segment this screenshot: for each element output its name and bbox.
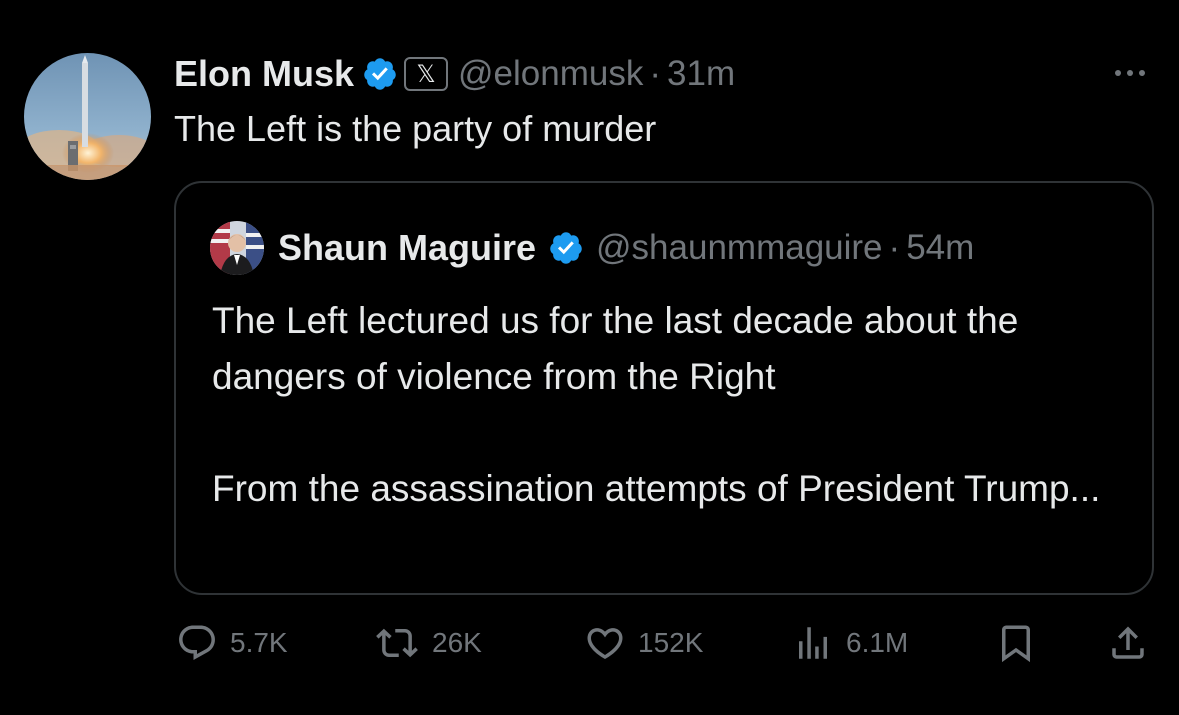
quoted-post-timestamp[interactable]: 54m xyxy=(906,228,974,268)
bookmark-button[interactable] xyxy=(995,618,1037,668)
quoted-author-name[interactable]: Shaun Maguire xyxy=(278,227,536,269)
verified-badge-icon xyxy=(362,56,398,92)
quoted-post-text: The Left lectured us for the last decade… xyxy=(212,293,1132,517)
quoted-paragraph: From the assassination attempts of Presi… xyxy=(212,468,1101,509)
quoted-paragraph: The Left lectured us for the last decade… xyxy=(212,300,1019,397)
post-timestamp[interactable]: 31m xyxy=(667,54,735,94)
more-options-icon[interactable] xyxy=(1112,58,1152,88)
separator-dot: · xyxy=(649,54,662,93)
quoted-post-card[interactable]: Shaun Maguire @shaunmmaguire · 54m The L… xyxy=(174,181,1154,595)
views-chart-icon xyxy=(792,622,834,664)
quoted-post-header: Shaun Maguire @shaunmmaguire · 54m xyxy=(278,225,974,271)
verified-badge-icon xyxy=(548,230,584,266)
like-count: 152K xyxy=(638,627,704,658)
author-handle[interactable]: @elonmusk xyxy=(458,54,643,94)
post-text: The Left is the party of murder xyxy=(174,108,657,149)
heart-icon xyxy=(584,622,626,664)
share-button[interactable] xyxy=(1107,618,1149,668)
rocket-launch-avatar-image xyxy=(24,53,151,180)
repost-button[interactable]: 26K xyxy=(374,618,482,668)
quoted-author-avatar[interactable] xyxy=(210,221,264,275)
reply-button[interactable]: 5.7K xyxy=(176,618,288,668)
x-affiliation-badge[interactable]: 𝕏 xyxy=(404,57,449,91)
quoted-author-handle[interactable]: @shaunmmaguire xyxy=(596,228,883,268)
author-name[interactable]: Elon Musk xyxy=(174,53,354,95)
action-bar: 5.7K 26K 152K 6.1M xyxy=(0,618,1179,668)
views-button[interactable]: 6.1M xyxy=(792,618,908,668)
author-avatar[interactable] xyxy=(24,53,151,180)
post-header: Elon Musk 𝕏 @elonmusk · 31m xyxy=(174,52,735,96)
repost-count: 26K xyxy=(432,627,482,658)
like-button[interactable]: 152K xyxy=(584,618,703,668)
quoted-avatar-image xyxy=(210,221,264,275)
repost-icon xyxy=(374,622,420,664)
reply-count: 5.7K xyxy=(230,627,288,658)
reply-icon xyxy=(176,622,218,664)
separator-dot: · xyxy=(888,228,901,267)
bookmark-icon xyxy=(995,622,1037,664)
views-count: 6.1M xyxy=(846,627,909,658)
share-icon xyxy=(1107,622,1149,664)
